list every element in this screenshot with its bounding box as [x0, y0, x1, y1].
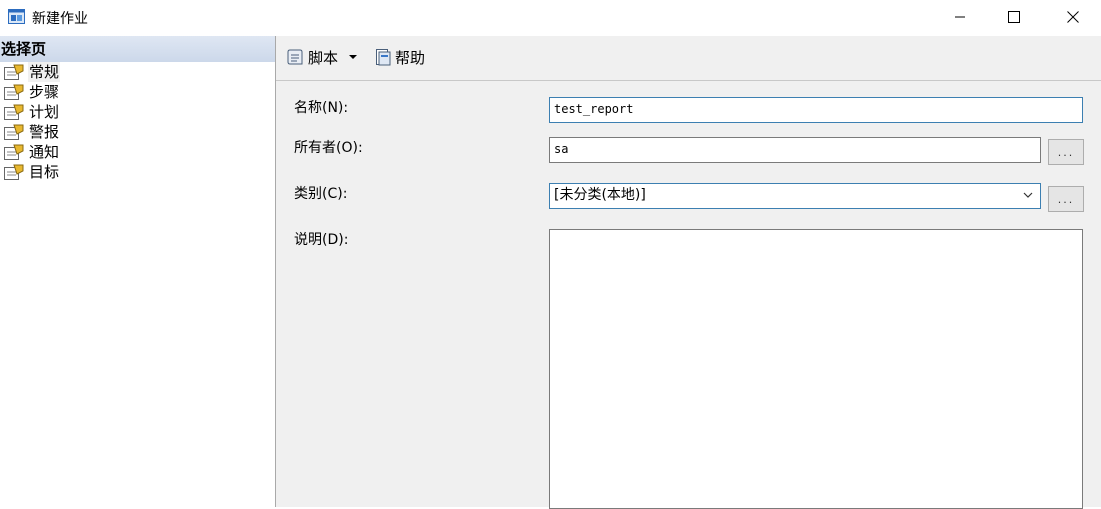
page-item-schedules[interactable]: 计划: [0, 102, 275, 122]
name-label: 名称(N):: [294, 100, 349, 116]
description-label: 说明(D):: [294, 232, 349, 248]
page-item-alerts[interactable]: 警报: [0, 122, 275, 142]
page-icon: [4, 124, 24, 140]
close-button[interactable]: [1050, 0, 1096, 34]
owner-label: 所有者(O):: [294, 140, 363, 156]
page-item-notifications[interactable]: 通知: [0, 142, 275, 162]
maximize-button[interactable]: [991, 0, 1037, 34]
page-icon: [4, 144, 24, 160]
category-value: [未分类(本地)]: [554, 187, 646, 203]
page-item-steps[interactable]: 步骤: [0, 82, 275, 102]
owner-browse-button[interactable]: ...: [1048, 139, 1084, 165]
help-label: 帮助: [395, 48, 426, 67]
page-icon: [4, 84, 24, 100]
app-icon: [8, 9, 25, 24]
minimize-icon: [955, 16, 965, 18]
page-icon: [4, 104, 24, 120]
help-icon: [376, 49, 391, 66]
category-select[interactable]: [未分类(本地)]: [549, 183, 1041, 209]
minimize-button[interactable]: [937, 0, 983, 34]
owner-field[interactable]: sa: [549, 137, 1041, 163]
select-page-header: 选择页: [0, 36, 275, 62]
category-browse-button[interactable]: ...: [1048, 186, 1084, 212]
chevron-down-icon: [1023, 192, 1033, 198]
page-icon: [4, 164, 24, 180]
script-icon: [287, 49, 303, 65]
maximize-icon: [1008, 11, 1020, 23]
dropdown-arrow-icon: [349, 55, 358, 59]
toolbar: 脚本 帮助: [276, 36, 1101, 81]
general-page: 脚本 帮助 名称(N): test_report 所有者(O): sa ... …: [276, 36, 1101, 509]
name-field[interactable]: test_report: [549, 97, 1083, 123]
page-item-general[interactable]: 常规: [0, 62, 275, 82]
title-bar: 新建作业: [0, 0, 1101, 34]
script-button[interactable]: 脚本: [286, 46, 364, 68]
close-icon: [1067, 11, 1079, 23]
page-icon: [4, 64, 24, 80]
category-label: 类别(C):: [294, 186, 348, 202]
select-page-pane: 选择页 常规 步骤 计划 警报 通知 目标: [0, 36, 276, 507]
page-item-targets[interactable]: 目标: [0, 162, 275, 182]
description-textarea[interactable]: [549, 229, 1083, 509]
script-label: 脚本: [308, 48, 339, 67]
help-button[interactable]: 帮助: [373, 46, 425, 68]
window-title: 新建作业: [32, 11, 88, 27]
page-list: 常规 步骤 计划 警报 通知 目标: [0, 62, 275, 182]
